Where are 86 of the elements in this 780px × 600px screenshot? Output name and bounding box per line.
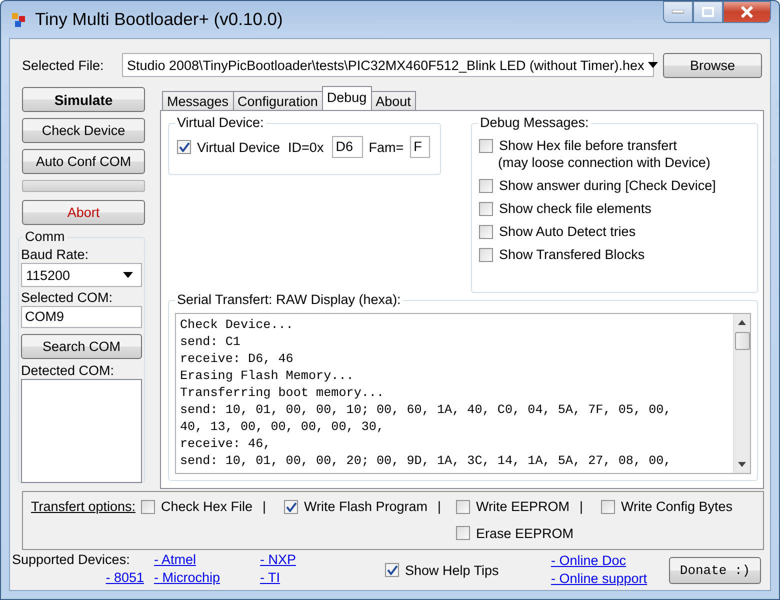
log-line: send: 10, 01, 00, 00, 10; 00, 60, 1A, 40, C0, 04, 5A, 7F, 05, 00,: [180, 402, 672, 419]
minimize-button[interactable]: [663, 1, 693, 23]
help-link[interactable]: - Online support: [551, 570, 669, 588]
transfer-options-label: Transfert options:: [31, 499, 137, 514]
scroll-down-arrow-icon[interactable]: [738, 462, 746, 467]
id-field[interactable]: D6: [332, 136, 363, 158]
minimize-icon: [672, 10, 684, 14]
baud-rate-dropdown[interactable]: 115200: [21, 263, 142, 287]
search-com-button[interactable]: Search COM: [21, 334, 142, 359]
id-label: ID=0x: [288, 140, 324, 154]
checkbox[interactable]: [177, 140, 191, 154]
tab[interactable]: Debug: [322, 86, 372, 110]
log-line: 40, 13, 00, 00, 00, 00, 30,: [180, 419, 386, 436]
log-line: send: 10, 01, 00, 00, 20; 00, 9D, 1A, 3C, 14, 1A, 5A, 27, 08, 00,: [180, 453, 672, 470]
checkbox[interactable]: [601, 500, 615, 514]
checkbox-label: Virtual Device: [197, 140, 280, 154]
close-icon: [740, 6, 754, 18]
separator-text: |: [580, 499, 584, 514]
close-button[interactable]: [723, 1, 771, 23]
scroll-up-arrow-icon[interactable]: [738, 320, 746, 325]
checkbox-label: Write EEPROM: [476, 499, 570, 514]
checkbox-label: Show answer during [Check Device]: [499, 178, 716, 193]
separator-text: |: [438, 499, 442, 514]
detected-com-label: Detected COM:: [21, 363, 116, 379]
checkbox-label: Check Hex File: [161, 499, 253, 514]
family-label: Fam=: [368, 140, 404, 154]
browse-button[interactable]: Browse: [663, 52, 762, 78]
tab[interactable]: About: [370, 91, 416, 110]
caret-icon: [648, 62, 658, 68]
log-line: Check Device...: [180, 317, 294, 334]
log-line: Transferring boot memory...: [180, 385, 386, 402]
log-line: send: C1: [180, 334, 242, 351]
checkbox[interactable]: [479, 138, 493, 152]
detected-com-list[interactable]: [21, 379, 142, 483]
tab[interactable]: Configuration: [232, 91, 323, 110]
checkbox[interactable]: [456, 526, 470, 540]
checkbox[interactable]: [141, 500, 155, 514]
caret-icon: [123, 272, 133, 278]
action-button[interactable]: Check Device: [22, 118, 145, 143]
log-line: receive: 46,: [180, 436, 272, 453]
maximize-button[interactable]: [693, 1, 723, 23]
family-field[interactable]: F: [410, 136, 430, 158]
device-link[interactable]: - 8051: [106, 570, 144, 588]
tab[interactable]: Messages: [162, 91, 234, 110]
checkbox[interactable]: [456, 500, 470, 514]
checkbox-label: Write Config Bytes: [621, 499, 733, 514]
baud-rate-label: Baud Rate:: [21, 247, 90, 263]
scroll-thumb[interactable]: [734, 332, 750, 350]
checkbox-label: Show Transfered Blocks: [499, 247, 645, 262]
checkbox-label: Show Help Tips: [405, 562, 499, 578]
device-link[interactable]: - Atmel: [154, 552, 260, 570]
selected-com-field[interactable]: COM9: [21, 306, 142, 328]
window-title: Tiny Multi Bootloader+ (v0.10.0): [35, 9, 284, 30]
maximize-icon: [702, 7, 714, 17]
checkbox[interactable]: [385, 563, 399, 577]
group-title: Debug Messages:: [478, 115, 591, 130]
checkbox-label: Erase EEPROM: [476, 526, 574, 540]
checkbox[interactable]: [479, 248, 493, 262]
checkbox-note: (may loose connection with Device): [498, 155, 712, 170]
checkbox[interactable]: [479, 202, 493, 216]
checkbox[interactable]: [284, 500, 298, 514]
checkbox[interactable]: [479, 224, 493, 238]
device-link[interactable]: - TI: [260, 570, 360, 588]
checkbox-label: Write Flash Program: [304, 499, 428, 514]
app-icon: [11, 12, 27, 28]
donate-button[interactable]: Donate :): [669, 556, 761, 584]
action-button[interactable]: Simulate: [22, 87, 145, 112]
log-line: receive: D6, 46: [180, 351, 294, 368]
separator-text: |: [262, 499, 266, 514]
supported-devices-label: Supported Devices:: [12, 552, 131, 569]
checkbox-label: Show Hex file before transfert: [499, 138, 677, 153]
group-title: Comm: [23, 229, 67, 244]
help-link[interactable]: - Online Doc: [551, 552, 669, 570]
log-line: Erasing Flash Memory...: [180, 368, 355, 385]
selected-com-label: Selected COM:: [21, 290, 114, 306]
action-button[interactable]: Abort: [22, 200, 145, 225]
checkbox-label: Show Auto Detect tries: [499, 224, 636, 239]
group-title: Serial Transfert: RAW Display (hexa):: [175, 292, 403, 307]
device-link[interactable]: - NXP: [260, 552, 360, 570]
action-button[interactable]: Auto Conf COM: [22, 149, 145, 174]
checkbox-label: Show check file elements: [499, 201, 652, 216]
checkbox[interactable]: [479, 178, 493, 192]
device-link[interactable]: - Microchip: [154, 570, 260, 588]
group-title: Virtual Device:: [175, 115, 266, 130]
selected-file-label: Selected File:: [22, 58, 105, 72]
scrollbar[interactable]: [733, 314, 750, 473]
